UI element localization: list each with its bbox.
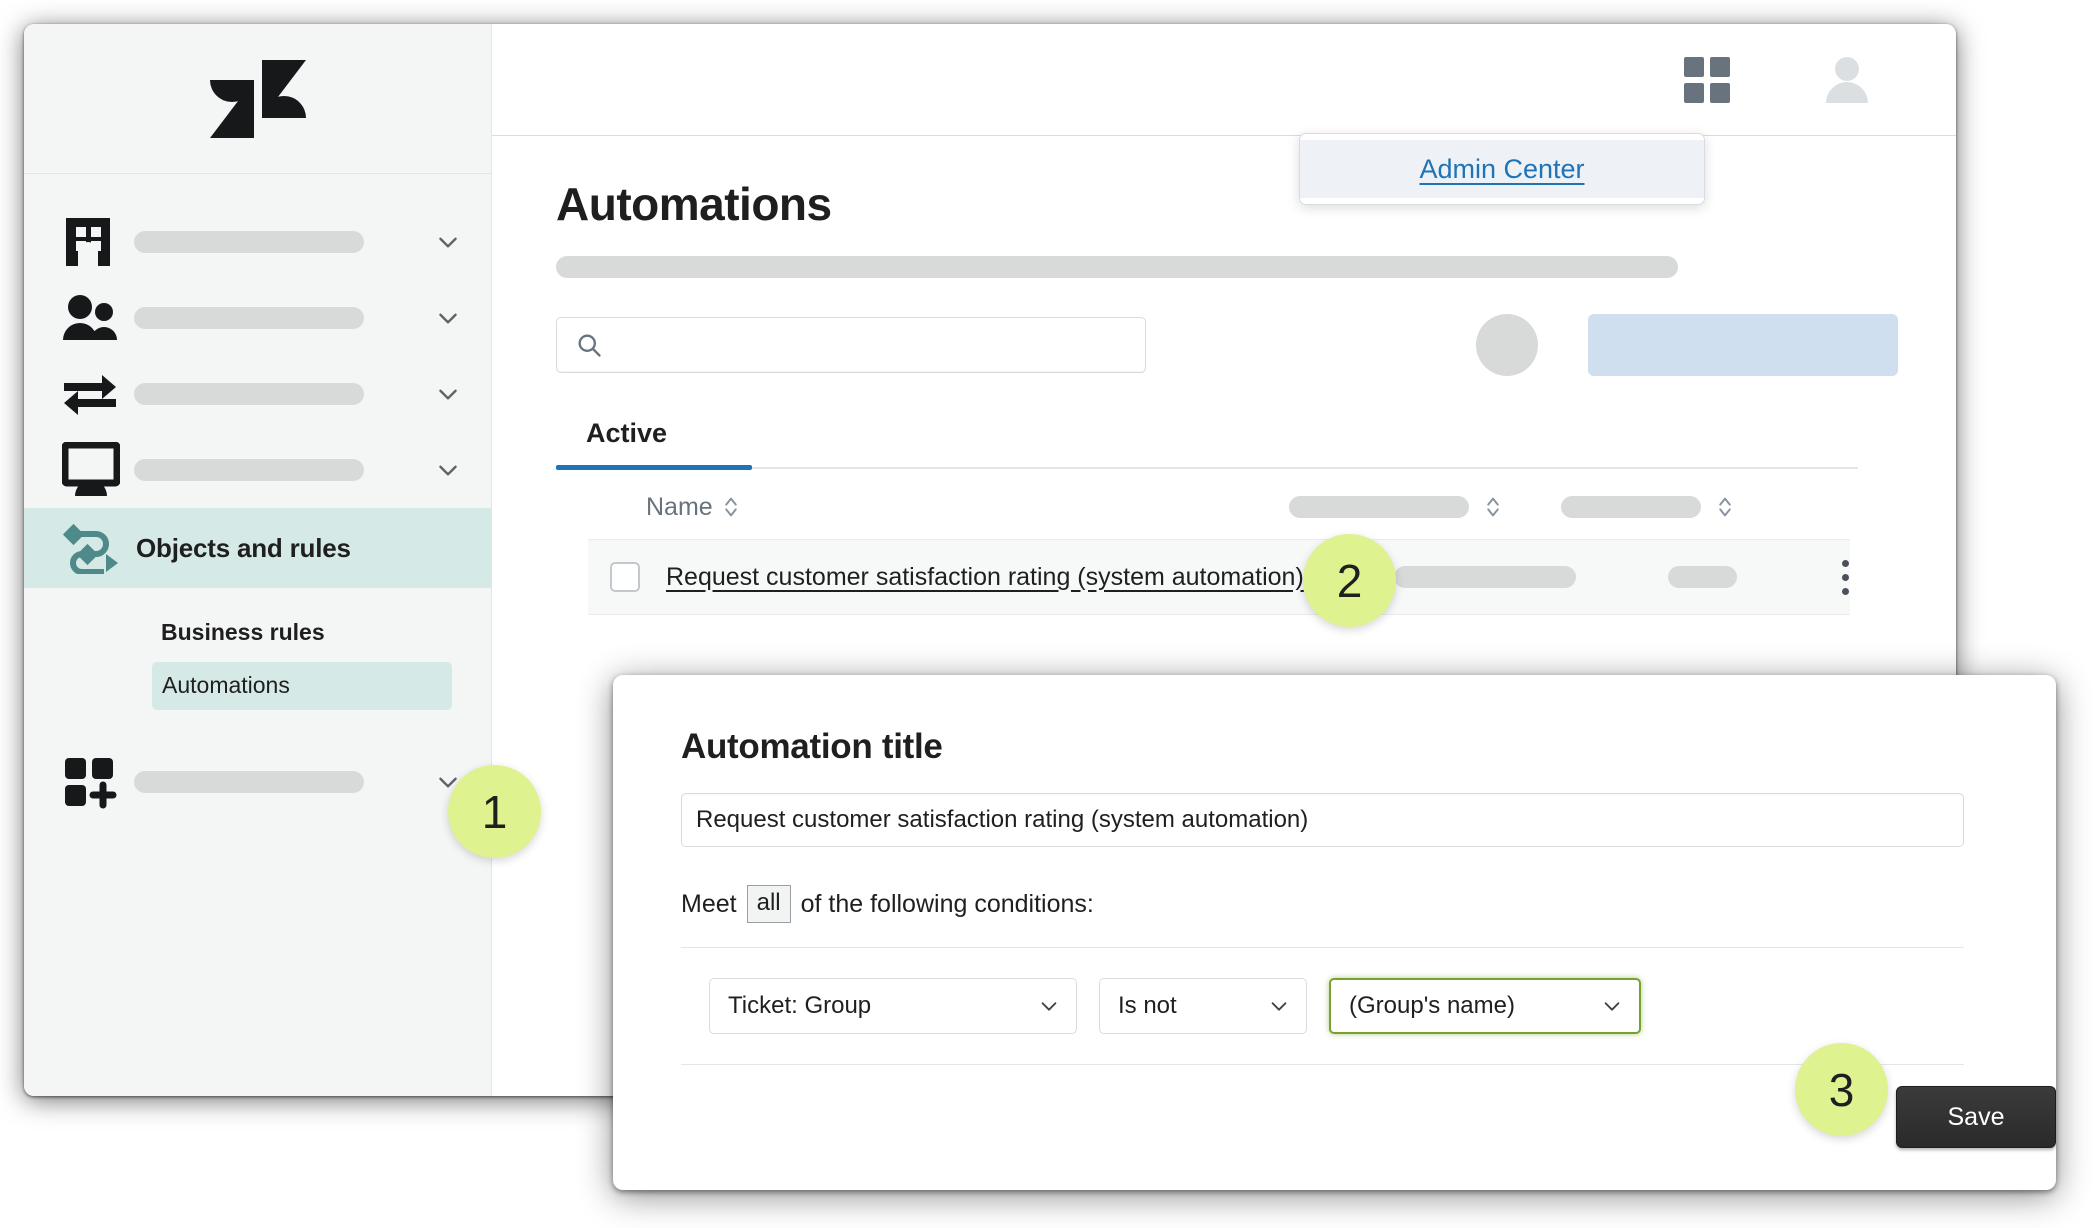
automation-title-input[interactable]: [681, 793, 1964, 847]
column-header-name[interactable]: Name: [646, 493, 739, 522]
conditions-divider-bottom: [681, 1064, 1964, 1065]
table-row[interactable]: Request customer satisfaction rating (sy…: [588, 539, 1850, 615]
chevron-down-icon[interactable]: [435, 229, 461, 255]
transfer-arrows-icon: [62, 368, 124, 420]
chevron-down-icon[interactable]: [435, 305, 461, 331]
chevron-down-icon: [1041, 1002, 1057, 1011]
topbar: [492, 24, 1956, 136]
admin-center-popover-inner: Admin Center: [1300, 140, 1704, 198]
row-name-link[interactable]: Request customer satisfaction rating (sy…: [666, 563, 1304, 592]
people-icon: [62, 294, 124, 342]
user-avatar-icon[interactable]: [1820, 53, 1874, 107]
admin-center-link[interactable]: Admin Center: [1419, 154, 1584, 185]
row-checkbox[interactable]: [610, 562, 640, 592]
condition-operator-select[interactable]: Is not: [1099, 978, 1307, 1034]
sidebar-item-1[interactable]: [24, 280, 491, 356]
admin-center-popover: Admin Center: [1299, 133, 1705, 205]
subtitle-placeholder: [556, 256, 1678, 278]
toolbar: [556, 314, 1956, 376]
condition-value-select[interactable]: (Group's name): [1329, 978, 1641, 1034]
chevron-down-icon[interactable]: [435, 381, 461, 407]
conditions-divider-top: [681, 947, 1964, 948]
sidebar-subnav: Business rules Automations: [24, 588, 491, 710]
row-cell-placeholder-2: [1393, 566, 1576, 588]
modal-heading: Automation title: [681, 727, 943, 766]
column-header-placeholder-3: [1560, 496, 1701, 518]
meet-all-chip[interactable]: all: [746, 885, 791, 923]
sidebar-item-2[interactable]: [24, 356, 491, 432]
tab-active-indicator: [556, 465, 752, 470]
tabs-underline: [556, 465, 1858, 470]
sidebar-subitem-automations[interactable]: Automations: [152, 662, 452, 710]
monitor-icon: [62, 442, 124, 498]
page-body: Automations Active Name Request customer…: [492, 136, 1956, 615]
tab-active[interactable]: Active: [556, 418, 697, 467]
condition-field-select[interactable]: Ticket: Group: [709, 978, 1077, 1034]
grid-apps-icon[interactable]: [1684, 56, 1730, 103]
sort-caret-icon: [724, 497, 737, 517]
condition-row: Ticket: Group Is not (Group's name): [681, 978, 2004, 1034]
sidebar-label-placeholder: [134, 383, 364, 405]
page-title: Automations: [556, 178, 832, 230]
chevron-down-icon: [1271, 1002, 1287, 1011]
sort-caret-icon: [1486, 497, 1499, 517]
sidebar: Objects and rules Business rules Automat…: [24, 24, 492, 1096]
condition-field-value: Ticket: Group: [728, 992, 872, 1019]
automations-table: Name Request customer satisfaction ratin…: [588, 475, 1850, 615]
sidebar-item-label: Objects and rules: [136, 532, 351, 563]
sidebar-label-placeholder: [134, 231, 364, 253]
column-header-placeholder-2: [1288, 496, 1469, 518]
search-icon: [578, 334, 601, 357]
meet-conditions-line: Meet all of the following conditions:: [681, 885, 2004, 923]
sidebar-item-objects-and-rules[interactable]: Objects and rules: [24, 508, 491, 588]
table-header-row: Name: [588, 475, 1850, 539]
row-cell-placeholder-3: [1667, 566, 1738, 588]
column-header-name-label: Name: [646, 492, 713, 521]
search-input[interactable]: [613, 332, 1093, 358]
zendesk-logo: [209, 59, 306, 138]
sidebar-item-3[interactable]: [24, 432, 491, 508]
toolbar-primary-button-placeholder[interactable]: [1588, 314, 1898, 376]
meet-prefix-label: Meet: [681, 889, 737, 918]
meet-suffix-label: of the following conditions:: [800, 889, 1094, 918]
save-button[interactable]: Save: [1896, 1086, 2056, 1148]
search-box[interactable]: [556, 317, 1146, 373]
sidebar-nav-list: Objects and rules Business rules Automat…: [24, 174, 491, 820]
screenshot-stage: Objects and rules Business rules Automat…: [0, 0, 2097, 1228]
sort-caret-icon: [1718, 497, 1731, 517]
step-badge-2: 2: [1303, 534, 1396, 627]
chevron-down-icon[interactable]: [435, 457, 461, 483]
condition-value-value: (Group's name): [1349, 992, 1515, 1019]
sidebar-label-placeholder: [134, 771, 364, 793]
step-badge-1: 1: [448, 765, 541, 858]
sidebar-label-placeholder: [134, 307, 364, 329]
tabs: Active: [556, 418, 1858, 470]
chevron-down-icon: [1604, 1002, 1620, 1011]
sidebar-logo-area: [24, 24, 491, 174]
sidebar-item-0[interactable]: [24, 204, 491, 280]
building-icon: [62, 214, 124, 270]
sidebar-label-placeholder: [134, 459, 364, 481]
objects-rules-icon: [62, 522, 124, 574]
condition-operator-value: Is not: [1118, 992, 1177, 1019]
toolbar-circle-placeholder[interactable]: [1476, 314, 1538, 376]
sidebar-item-apps[interactable]: [24, 744, 491, 820]
kebab-menu-icon[interactable]: [1841, 559, 1850, 595]
subnav-heading: Business rules: [161, 619, 325, 645]
apps-plus-icon: [62, 754, 124, 810]
step-badge-3: 3: [1795, 1043, 1888, 1136]
